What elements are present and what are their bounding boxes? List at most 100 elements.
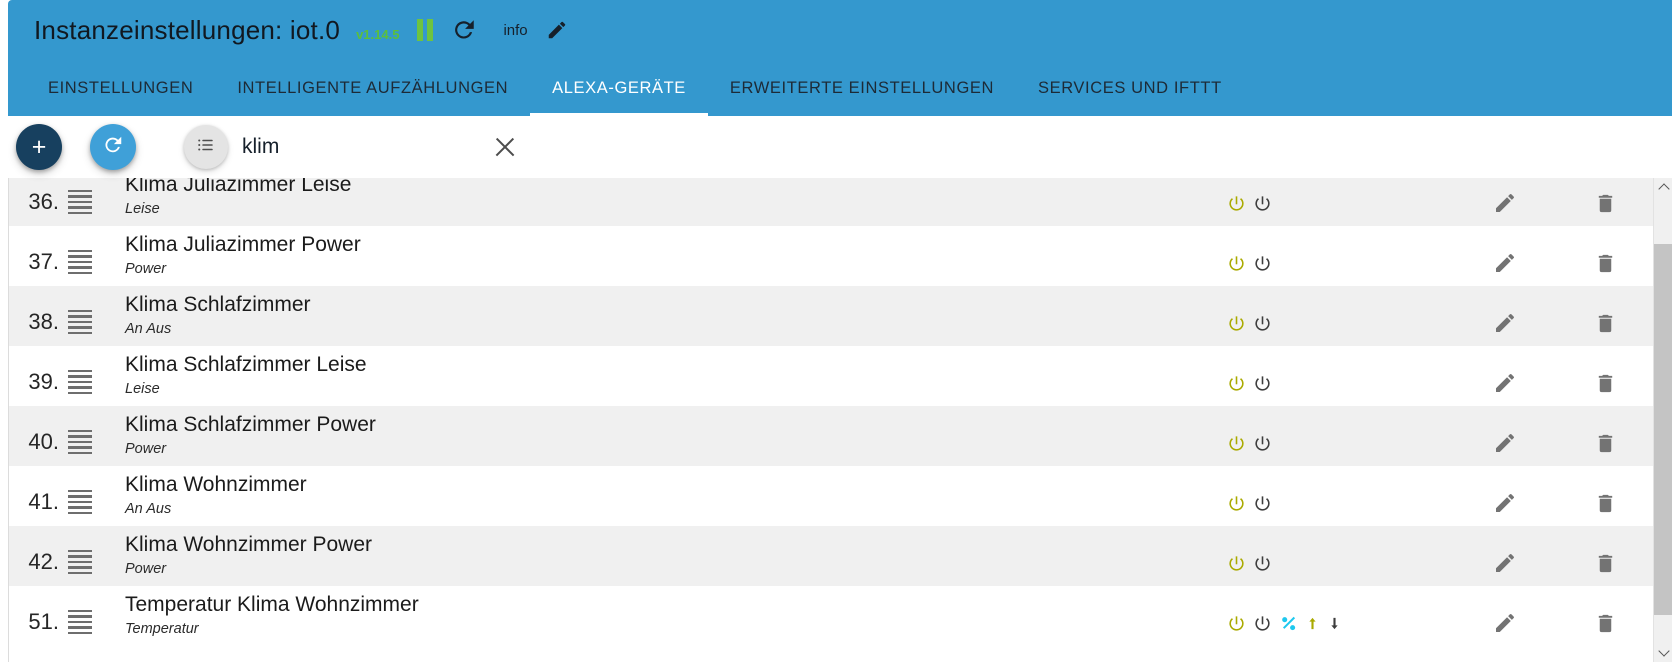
- drag-handle-icon[interactable]: [65, 549, 101, 575]
- row-index: 41.: [28, 489, 59, 514]
- row-actions: [1455, 491, 1655, 515]
- trash-icon[interactable]: [1594, 312, 1617, 335]
- trash-icon[interactable]: [1594, 192, 1617, 215]
- search-field: [242, 134, 562, 160]
- trash-icon[interactable]: [1594, 552, 1617, 575]
- power-off-icon[interactable]: [1253, 374, 1272, 393]
- row-actions: [1455, 251, 1655, 275]
- tab-bar: EINSTELLUNGEN INTELLIGENTE AUFZÄHLUNGEN …: [8, 60, 1672, 116]
- pencil-icon[interactable]: [546, 19, 568, 41]
- trash-icon[interactable]: [1594, 372, 1617, 395]
- trash-icon[interactable]: [1594, 432, 1617, 455]
- pencil-icon[interactable]: [1493, 491, 1517, 515]
- refresh-icon[interactable]: [451, 17, 477, 43]
- plus-icon: +: [31, 132, 47, 161]
- row-text-block: Klima Juliazimmer Leise Leise: [101, 178, 1205, 217]
- row-actions: [1455, 431, 1655, 455]
- scrollbar-thumb[interactable]: [1654, 244, 1672, 615]
- table-row[interactable]: 40. Klima Schlafzimmer Power Power: [9, 406, 1655, 466]
- version-label: v1.14.5: [356, 26, 400, 42]
- pencil-icon[interactable]: [1493, 311, 1517, 335]
- pencil-icon[interactable]: [1493, 371, 1517, 395]
- table-row[interactable]: 36. Klima Juliazimmer Leise Leise: [9, 178, 1655, 226]
- percent-icon[interactable]: [1279, 614, 1298, 633]
- row-state-icons: [1205, 494, 1455, 513]
- table-row[interactable]: 41. Klima Wohnzimmer An Aus: [9, 466, 1655, 526]
- power-off-icon[interactable]: [1253, 494, 1272, 513]
- list-scrollbar[interactable]: [1653, 178, 1672, 662]
- table-row[interactable]: 37. Klima Juliazimmer Power Power: [9, 226, 1655, 286]
- power-off-icon[interactable]: [1253, 434, 1272, 453]
- power-on-icon[interactable]: [1227, 554, 1246, 573]
- table-row[interactable]: 39. Klima Schlafzimmer Leise Leise: [9, 346, 1655, 406]
- tab-einstellungen[interactable]: EINSTELLUNGEN: [26, 60, 215, 116]
- row-actions: [1455, 191, 1655, 215]
- trash-icon[interactable]: [1594, 252, 1617, 275]
- row-actions: [1455, 371, 1655, 395]
- arrow-up-icon[interactable]: [1305, 614, 1320, 633]
- pencil-icon[interactable]: [1493, 551, 1517, 575]
- device-role: Leise: [125, 200, 160, 217]
- power-on-icon[interactable]: [1227, 194, 1246, 213]
- row-index: 42.: [28, 549, 59, 574]
- row-index: 39.: [28, 369, 59, 394]
- instance-settings-page: Instanzeinstellungen: iot.0 v1.14.5 info…: [0, 0, 1672, 662]
- list-options-button[interactable]: [184, 125, 228, 169]
- table-row[interactable]: 38. Klima Schlafzimmer An Aus: [9, 286, 1655, 346]
- row-text-block: Temperatur Klima Wohnzimmer Temperatur: [101, 593, 1205, 636]
- tab-intelligente-aufzaehlungen[interactable]: INTELLIGENTE AUFZÄHLUNGEN: [215, 60, 530, 116]
- device-name: Klima Wohnzimmer Power: [125, 533, 373, 557]
- device-name: Klima Juliazimmer Leise: [125, 178, 352, 197]
- search-input[interactable]: [242, 135, 492, 159]
- power-on-icon[interactable]: [1227, 434, 1246, 453]
- device-role: An Aus: [125, 320, 172, 337]
- power-on-icon[interactable]: [1227, 494, 1246, 513]
- pencil-icon[interactable]: [1493, 431, 1517, 455]
- chevron-up-icon[interactable]: [1654, 178, 1672, 197]
- power-on-icon[interactable]: [1227, 314, 1246, 333]
- row-text-block: Klima Wohnzimmer Power Power: [101, 533, 1205, 576]
- tab-alexa-geraete[interactable]: ALEXA-GERÄTE: [530, 60, 708, 116]
- drag-handle-icon[interactable]: [65, 249, 101, 275]
- power-off-icon[interactable]: [1253, 314, 1272, 333]
- drag-handle-icon[interactable]: [65, 189, 101, 215]
- power-on-icon[interactable]: [1227, 374, 1246, 393]
- drag-handle-icon[interactable]: [65, 369, 101, 395]
- power-off-icon[interactable]: [1253, 554, 1272, 573]
- power-off-icon[interactable]: [1253, 194, 1272, 213]
- row-state-icons: [1205, 314, 1455, 333]
- device-list: 36. Klima Juliazimmer Leise Leise 37. Klima …: [8, 178, 1672, 662]
- drag-handle-icon[interactable]: [65, 609, 101, 635]
- device-name: Klima Schlafzimmer Power: [125, 413, 376, 437]
- info-link[interactable]: info: [503, 22, 527, 39]
- device-role: Leise: [125, 380, 160, 397]
- left-gutter: [0, 116, 8, 662]
- drag-handle-icon[interactable]: [65, 489, 101, 515]
- drag-handle-icon[interactable]: [65, 309, 101, 335]
- trash-icon[interactable]: [1594, 492, 1617, 515]
- trash-icon[interactable]: [1594, 612, 1617, 635]
- row-actions: [1455, 611, 1655, 635]
- pencil-icon[interactable]: [1493, 251, 1517, 275]
- pencil-icon[interactable]: [1493, 611, 1517, 635]
- power-on-icon[interactable]: [1227, 614, 1246, 633]
- table-row[interactable]: 42. Klima Wohnzimmer Power Power: [9, 526, 1655, 586]
- table-row[interactable]: 51. Temperatur Klima Wohnzimmer Temperatur: [9, 586, 1655, 646]
- refresh-list-button[interactable]: [90, 124, 136, 170]
- add-device-button[interactable]: +: [16, 124, 62, 170]
- drag-handle-icon[interactable]: [65, 429, 101, 455]
- power-off-icon[interactable]: [1253, 254, 1272, 273]
- pencil-icon[interactable]: [1493, 191, 1517, 215]
- chevron-down-icon[interactable]: [1654, 643, 1672, 662]
- close-icon[interactable]: [492, 134, 518, 160]
- arrow-down-icon[interactable]: [1327, 614, 1342, 633]
- power-on-icon[interactable]: [1227, 254, 1246, 273]
- power-off-icon[interactable]: [1253, 614, 1272, 633]
- list-toolbar: +: [0, 116, 1672, 178]
- row-actions: [1455, 551, 1655, 575]
- tab-erweiterte-einstellungen[interactable]: ERWEITERTE EINSTELLUNGEN: [708, 60, 1016, 116]
- device-name: Temperatur Klima Wohnzimmer: [125, 593, 419, 617]
- tab-services-und-ifttt[interactable]: SERVICES UND IFTTT: [1016, 60, 1244, 116]
- row-text-block: Klima Juliazimmer Power Power: [101, 233, 1205, 276]
- pause-icon[interactable]: [417, 19, 434, 41]
